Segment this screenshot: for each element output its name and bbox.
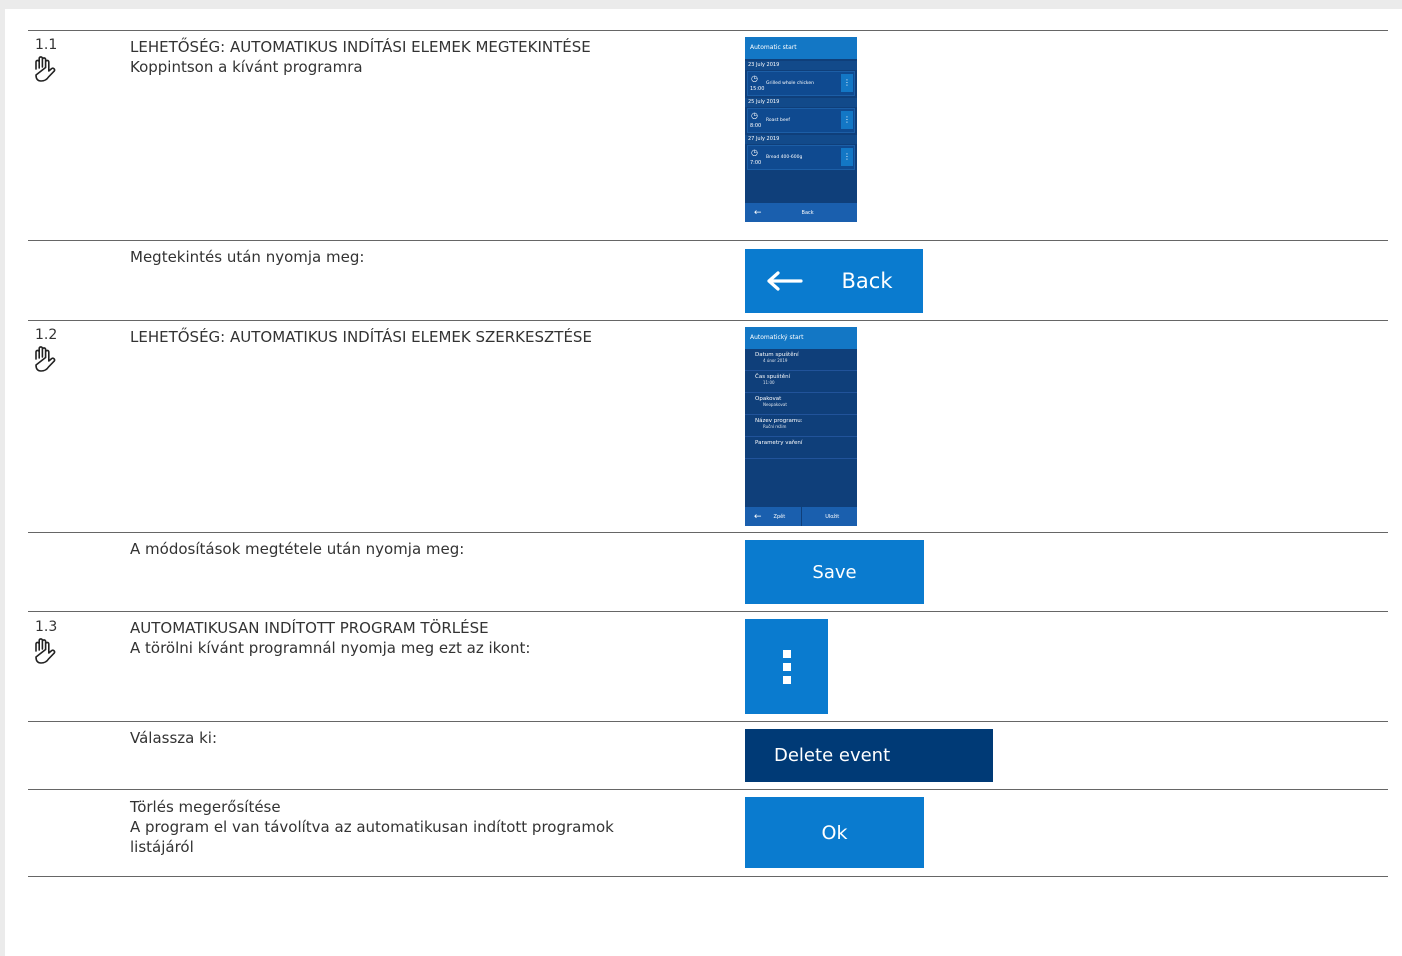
after-edit-text: A módosítások megtétele után nyomja meg:: [130, 540, 465, 558]
screen-footer: ← Back: [745, 203, 857, 222]
clock-icon: ◷: [751, 111, 758, 120]
step-heading: AUTOMATIKUSAN INDÍTOTT PROGRAM TÖRLÉSE: [130, 619, 489, 637]
list-date: 23 July 2019: [745, 61, 857, 70]
kebab-menu-icon: [782, 649, 791, 684]
kebab-menu-icon[interactable]: ⋮: [841, 148, 853, 166]
step-text: AUTOMATIKUSAN INDÍTOTT PROGRAM TÖRLÉSE A…: [130, 618, 530, 658]
clock-icon: ◷: [751, 148, 758, 157]
item-time: 8:00: [750, 123, 762, 129]
list-date: 27 July 2019: [745, 135, 857, 144]
item-name: Roast beef: [766, 118, 790, 123]
setting-label: Datum spuštění: [755, 352, 799, 358]
list-date: 25 July 2019: [745, 98, 857, 107]
clock-icon: ◷: [751, 74, 758, 83]
back-arrow-icon[interactable]: ←: [745, 208, 762, 218]
setting-value: Neopakovat: [763, 402, 787, 407]
item-time: 7:00: [750, 160, 762, 166]
back-button[interactable]: Back: [745, 249, 923, 313]
delete-event-button[interactable]: Delete event: [745, 729, 993, 782]
screen-back-label[interactable]: Zpět: [774, 514, 786, 520]
step-number: 1.3: [35, 619, 58, 635]
ok-button[interactable]: Ok: [745, 797, 924, 868]
automatic-start-edit-screen: Automatický start Datum spuštění 4 únor 2…: [745, 327, 857, 526]
setting-value: 4 únor 2019: [763, 358, 788, 363]
divider: [28, 721, 1388, 722]
back-arrow-icon: [767, 271, 803, 291]
confirm-heading: Törlés megerősítése: [130, 798, 281, 816]
screen-save-label[interactable]: Uložit: [825, 514, 839, 520]
setting-row[interactable]: Opakovat Neopakovat: [745, 393, 857, 415]
divider: [28, 876, 1388, 877]
setting-label: Opakovat: [755, 396, 782, 402]
step-number: 1.1: [35, 37, 58, 53]
screen-title: Automatic start: [745, 37, 857, 59]
kebab-menu-icon[interactable]: ⋮: [841, 74, 853, 92]
screen-back-label[interactable]: Back: [802, 210, 814, 216]
setting-label: Parametry vaření: [755, 440, 803, 446]
back-button-label: Back: [841, 269, 893, 293]
confirm-text: Törlés megerősítése A program el van táv…: [130, 797, 614, 857]
divider: [28, 611, 1388, 612]
item-name: Grilled whole chicken: [766, 81, 814, 86]
kebab-menu-button[interactable]: [745, 619, 828, 714]
confirm-line: A program el van távolítva az automatiku…: [130, 818, 614, 836]
after-view-text: Megtekintés után nyomja meg:: [130, 248, 365, 266]
item-name: Bread 400-600g: [766, 155, 803, 160]
step-heading: LEHETŐSÉG: AUTOMATIKUS INDÍTÁSI ELEMEK S…: [130, 328, 592, 346]
setting-row[interactable]: Čas spuštění 11:00: [745, 371, 857, 393]
divider: [28, 320, 1388, 321]
manual-page: 1.1 LEHETŐSÉG: AUTOMATIKUS INDÍTÁSI ELEM…: [5, 9, 1402, 956]
save-button[interactable]: Save: [745, 540, 924, 604]
setting-label: Čas spuštění: [755, 374, 791, 380]
list-item[interactable]: ◷ 15:00 Grilled whole chicken ⋮: [747, 71, 855, 96]
hand-tap-icon: [35, 638, 56, 664]
step-text: LEHETŐSÉG: AUTOMATIKUS INDÍTÁSI ELEMEK M…: [130, 37, 591, 77]
screen-footer: ← Zpět Uložit: [745, 507, 857, 526]
hand-tap-icon: [35, 56, 56, 82]
hand-tap-icon: [35, 346, 56, 372]
screen-title: Automatický start: [745, 327, 857, 349]
divider: [28, 532, 1388, 533]
setting-value: 11:00: [763, 380, 775, 385]
setting-row[interactable]: Název programu: Ruční režim: [745, 415, 857, 437]
confirm-line: listájáról: [130, 838, 194, 856]
kebab-menu-icon[interactable]: ⋮: [841, 111, 853, 129]
item-time: 15:00: [750, 86, 765, 92]
step-instruction: Koppintson a kívánt programra: [130, 58, 363, 76]
select-text: Válassza ki:: [130, 729, 218, 747]
setting-row[interactable]: Parametry vaření: [745, 437, 857, 459]
setting-label: Název programu:: [755, 418, 803, 424]
step-instruction: A törölni kívánt programnál nyomja meg e…: [130, 639, 531, 657]
step-number: 1.2: [35, 327, 58, 343]
automatic-start-screen: Automatic start 23 July 2019 ◷ 15:00 Gri…: [745, 37, 857, 222]
list-item[interactable]: ◷ 8:00 Roast beef ⋮: [747, 108, 855, 133]
step-heading: LEHETŐSÉG: AUTOMATIKUS INDÍTÁSI ELEMEK M…: [130, 38, 591, 56]
back-arrow-icon[interactable]: ←: [745, 512, 762, 522]
divider: [28, 30, 1388, 31]
footer-divider: [801, 507, 802, 526]
divider: [28, 789, 1388, 790]
setting-value: Ruční režim: [763, 424, 787, 429]
divider: [28, 240, 1388, 241]
setting-row[interactable]: Datum spuštění 4 únor 2019: [745, 349, 857, 371]
list-item[interactable]: ◷ 7:00 Bread 400-600g ⋮: [747, 145, 855, 170]
